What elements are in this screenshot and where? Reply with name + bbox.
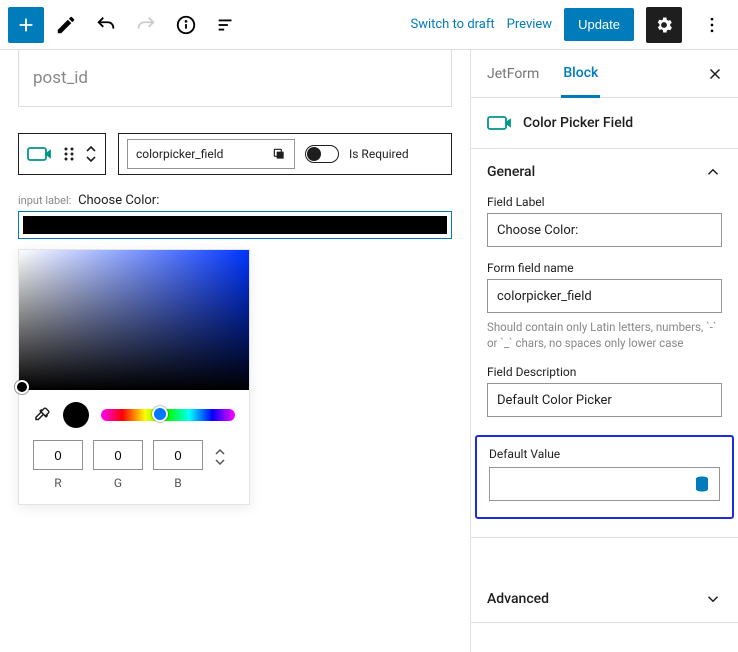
color-picker: R G B	[18, 249, 250, 505]
block-type-name: Color Picker Field	[523, 115, 633, 131]
format-swap-icon[interactable]	[213, 446, 231, 468]
move-handles[interactable]	[85, 144, 97, 164]
add-block-button[interactable]	[8, 7, 44, 43]
block-type-icon	[487, 114, 513, 132]
r-input[interactable]	[33, 440, 83, 470]
saturation-area[interactable]	[19, 250, 249, 390]
chevron-up-icon	[704, 163, 722, 181]
settings-button[interactable]	[646, 7, 682, 43]
form-field-name-input[interactable]: colorpicker_field	[487, 279, 722, 313]
color-swatch[interactable]	[18, 211, 452, 239]
close-sidebar-button[interactable]	[706, 65, 724, 83]
tab-block[interactable]: Block	[561, 51, 600, 98]
block-type-icon[interactable]	[27, 145, 53, 163]
form-field-name-hint: Should contain only Latin letters, numbe…	[487, 319, 722, 351]
general-panel-toggle[interactable]: General	[471, 149, 738, 195]
color-preview-circle	[63, 402, 89, 428]
eyedropper-icon[interactable]	[33, 406, 51, 424]
outline-button[interactable]	[208, 7, 244, 43]
g-label: G	[114, 476, 122, 490]
b-label: B	[174, 476, 181, 490]
input-label-row: input label: Choose Color:	[18, 193, 452, 208]
chevron-down-icon	[704, 590, 722, 608]
info-button[interactable]	[168, 7, 204, 43]
database-icon[interactable]	[693, 475, 711, 493]
post-title-row[interactable]: post_id	[18, 50, 452, 107]
field-description-label: Field Description	[487, 365, 722, 379]
more-options-button[interactable]	[694, 7, 730, 43]
current-color-swatch	[23, 216, 447, 234]
preview-link[interactable]: Preview	[507, 17, 552, 32]
field-label-input[interactable]: Choose Color:	[487, 213, 722, 247]
field-label-label: Field Label	[487, 195, 722, 209]
r-label: R	[54, 476, 61, 490]
default-value-input[interactable]	[489, 467, 720, 501]
field-description-input[interactable]: Default Color Picker	[487, 383, 722, 417]
redo-button	[128, 7, 164, 43]
default-value-label: Default Value	[489, 447, 720, 461]
saturation-handle[interactable]	[15, 380, 29, 394]
advanced-panel-toggle[interactable]: Advanced	[471, 576, 738, 622]
copy-icon[interactable]	[272, 147, 286, 161]
g-input[interactable]	[93, 440, 143, 470]
drag-handle-icon[interactable]	[63, 146, 75, 162]
block-toolbar-right: colorpicker_field Is Required	[118, 133, 452, 175]
hue-slider[interactable]	[101, 409, 235, 421]
tab-jetform[interactable]: JetForm	[485, 52, 541, 96]
update-button[interactable]: Update	[564, 8, 634, 41]
form-field-name-label: Form field name	[487, 261, 722, 275]
block-toolbar-left	[18, 133, 106, 175]
switch-to-draft-link[interactable]: Switch to draft	[410, 17, 494, 32]
is-required-toggle[interactable]	[305, 145, 339, 163]
edit-button[interactable]	[48, 7, 84, 43]
hue-handle[interactable]	[152, 406, 168, 422]
undo-button[interactable]	[88, 7, 124, 43]
post-title-placeholder: post_id	[33, 68, 88, 88]
is-required-label: Is Required	[349, 147, 409, 161]
field-name-input[interactable]: colorpicker_field	[127, 139, 295, 169]
b-input[interactable]	[153, 440, 203, 470]
